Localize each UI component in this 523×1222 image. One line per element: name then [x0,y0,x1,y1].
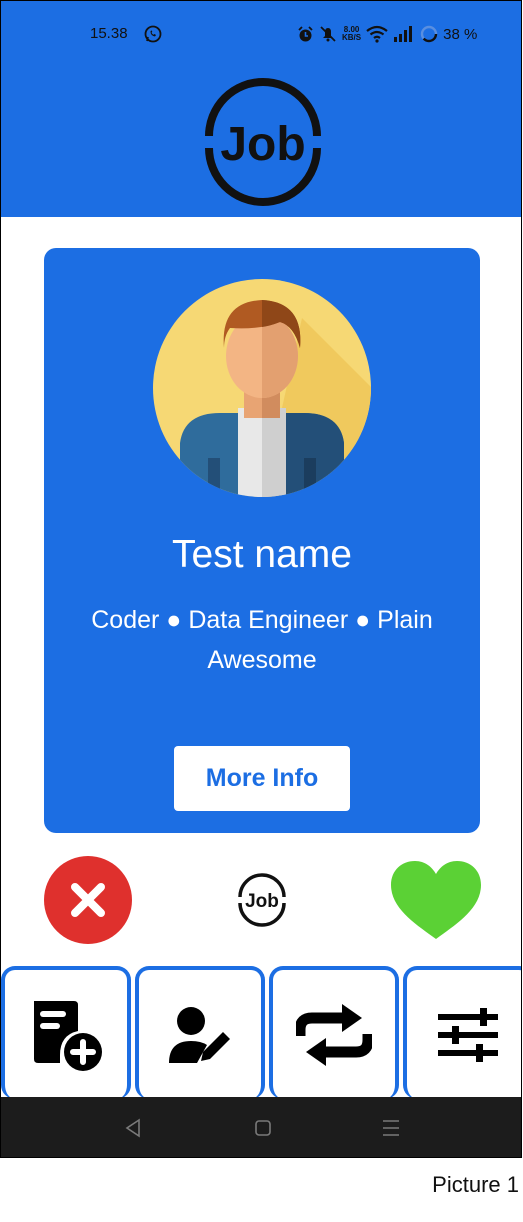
sliders-icon [438,1007,498,1062]
mute-icon [320,26,336,42]
toolbar-swap-button[interactable] [269,966,399,1099]
net-speed-unit: KB/S [342,33,362,42]
menu-icon[interactable] [381,1117,401,1139]
logo-small-text: Job [245,891,279,912]
more-info-button[interactable]: More Info [174,746,350,811]
heart-icon [391,861,481,939]
signal-icon [394,26,413,42]
job-logo: Job [205,78,321,206]
like-button[interactable] [389,859,483,941]
toolbar-edit-user-button[interactable] [135,966,265,1099]
whatsapp-icon [144,25,162,43]
toolbar-filters-button[interactable] [403,966,521,1099]
edit-user-icon [169,1006,230,1063]
profile-card[interactable]: Test name Coder ● Data Engineer ● Plain … [44,248,480,833]
logo-text: Job [220,118,305,171]
close-icon [71,883,105,917]
alarm-icon [298,25,313,41]
reject-button[interactable] [44,856,132,944]
app-screen: 15.38 8.00 KB/S 38 % Job Test name Coder… [0,0,522,1158]
picture-caption: Picture 1 [432,1172,519,1197]
wifi-icon [366,25,388,43]
back-icon[interactable] [123,1117,143,1139]
app-header: 15.38 8.00 KB/S 38 % Job [1,1,521,217]
home-icon[interactable] [253,1117,273,1139]
job-logo-small[interactable]: Job [235,873,289,927]
status-bar: 15.38 8.00 KB/S 38 % [1,19,521,49]
toolbar-add-note-button[interactable] [1,966,131,1099]
avatar [153,279,371,497]
system-nav-bar [1,1097,521,1157]
profile-name: Test name [172,533,352,576]
profile-tagline: Coder ● Data Engineer ● Plain Awesome [91,606,433,674]
swap-icon [296,1003,372,1066]
battery-ring-icon [420,25,438,43]
add-note-icon [34,1000,102,1071]
status-icons: 8.00 KB/S 38 % [297,24,477,44]
net-speed: 8.00 KB/S [342,26,361,42]
battery-text: 38 % [443,25,478,43]
status-time: 15.38 [90,25,128,42]
